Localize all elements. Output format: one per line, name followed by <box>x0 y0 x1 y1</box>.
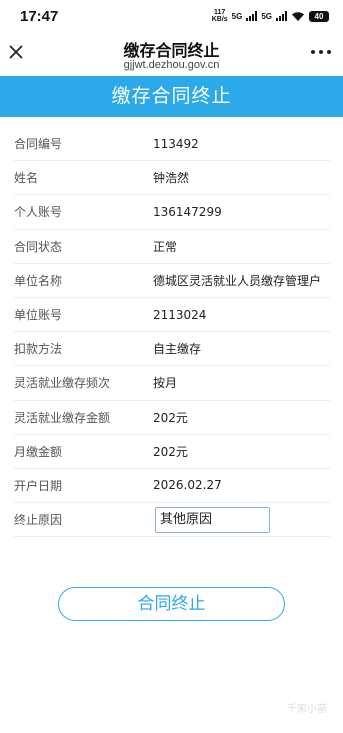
form-row-amount: 灵活就业缴存金额 202元 <box>14 401 330 435</box>
form-row-name: 姓名 钟浩然 <box>14 161 330 196</box>
form-row-termination-reason: 终止原因 其他原因 <box>14 503 330 538</box>
network-speed-value: 117 <box>214 9 226 16</box>
field-label: 终止原因 <box>14 513 63 528</box>
field-label: 姓名 <box>14 171 39 186</box>
field-label: 扣款方法 <box>14 342 63 357</box>
watermark: 千家小苗 <box>287 704 327 715</box>
contract-form: 合同编号 113492 姓名 钟浩然 个人账号 136147299 合同状态 正… <box>14 127 330 538</box>
network-speed-unit: KB/s <box>211 16 228 23</box>
page-url: gjjwt.dezhou.gov.cn <box>123 59 220 71</box>
field-value: 2113024 <box>153 307 207 322</box>
field-label: 个人账号 <box>14 205 63 220</box>
header-banner: 缴存合同终止 <box>0 76 343 117</box>
network-type-2: 5G <box>261 11 272 21</box>
field-value: 113492 <box>153 136 199 151</box>
field-label: 开户日期 <box>14 478 63 493</box>
field-value: 202元 <box>153 410 188 425</box>
terminate-contract-button[interactable]: 合同终止 <box>58 587 285 621</box>
field-value: 自主缴存 <box>153 342 202 357</box>
network-speed: 117 KB/s <box>212 9 228 23</box>
field-value: 202元 <box>153 444 188 459</box>
network-type-1: 5G <box>231 11 243 21</box>
field-value: 按月 <box>153 376 178 391</box>
field-value: 德城区灵活就业人员缴存管理户 <box>153 273 322 288</box>
field-label: 单位名称 <box>14 273 63 288</box>
status-time: 17:47 <box>20 7 59 25</box>
form-row-open-date: 开户日期 2026.02.27 <box>14 469 330 504</box>
field-label: 月缴金额 <box>14 444 63 459</box>
field-value: 136147299 <box>153 204 222 219</box>
signal-icon-2 <box>276 11 287 21</box>
form-row-unit-name: 单位名称 德城区灵活就业人员缴存管理户 <box>14 264 330 298</box>
form-row-frequency: 灵活就业缴存频次 按月 <box>14 366 330 401</box>
field-value: 正常 <box>153 239 178 254</box>
wifi-icon <box>292 11 304 21</box>
more-icon[interactable] <box>311 45 331 59</box>
title-bar: 缴存合同终止 gjjwt.dezhou.gov.cn <box>0 32 343 76</box>
field-label: 合同状态 <box>14 239 63 254</box>
field-label: 合同编号 <box>14 137 63 152</box>
form-row-personal-account: 个人账号 136147299 <box>14 195 330 230</box>
termination-reason-select[interactable]: 其他原因 <box>155 507 270 534</box>
form-row-payment-method: 扣款方法 自主缴存 <box>14 332 330 367</box>
form-row-monthly-amount: 月缴金额 202元 <box>14 435 330 469</box>
field-label: 灵活就业缴存频次 <box>14 376 111 391</box>
page-title: 缴存合同终止 <box>123 41 220 60</box>
signal-icon <box>246 11 258 21</box>
form-row-contract-no: 合同编号 113492 <box>14 127 330 162</box>
battery-icon: 40 <box>309 10 329 22</box>
field-value: 2026.02.27 <box>153 478 222 493</box>
form-row-contract-status: 合同状态 正常 <box>14 230 330 264</box>
status-icons: 117 KB/s 5G 5G 40 <box>212 9 329 23</box>
form-row-unit-account: 单位账号 2113024 <box>14 298 330 333</box>
field-label: 灵活就业缴存金额 <box>14 410 111 425</box>
status-bar: 17:47 117 KB/s 5G 5G 40 <box>0 0 343 32</box>
field-label: 单位账号 <box>14 308 63 323</box>
field-value: 钟浩然 <box>153 171 190 186</box>
